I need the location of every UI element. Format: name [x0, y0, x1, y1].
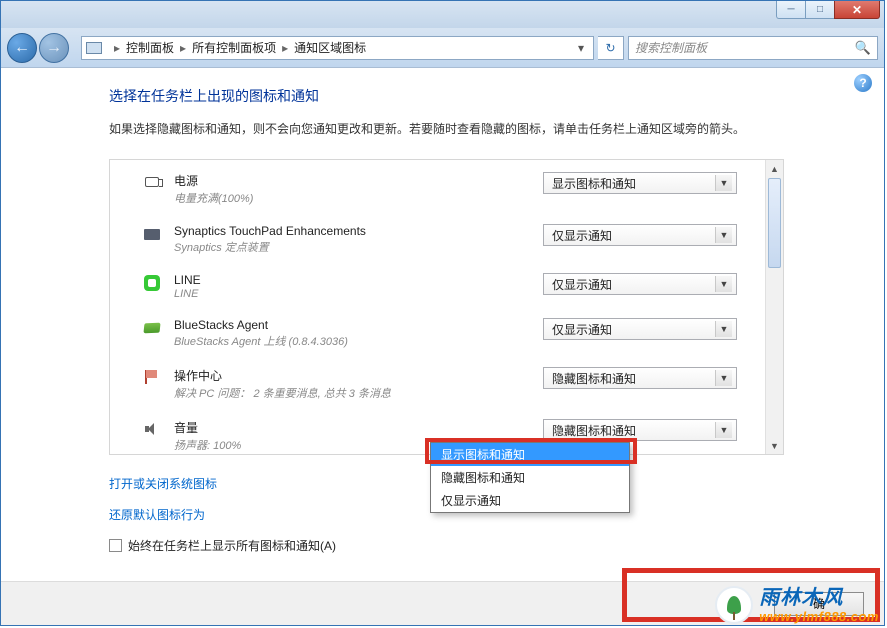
search-icon: 🔍 — [855, 40, 871, 56]
bluestacks-icon — [142, 318, 162, 338]
always-show-all-checkbox-row: 始终在任务栏上显示所有图标和通知(A) — [109, 537, 784, 554]
breadcrumb-item[interactable]: 控制面板 — [126, 39, 174, 56]
list-item: LINE LINE 仅显示通知 ▼ — [110, 267, 765, 312]
ok-button[interactable]: 确 — [774, 592, 864, 616]
back-button[interactable]: ← — [7, 33, 37, 63]
notification-icons-list: 电源 电量充满(100%) 显示图标和通知 ▼ Synaptics TouchP… — [109, 159, 784, 455]
address-toolbar: ← → ▸ 控制面板 ▸ 所有控制面板项 ▸ 通知区域图标 ▾ ↻ 搜索控制面板… — [1, 28, 884, 68]
always-show-all-checkbox[interactable] — [109, 539, 122, 552]
chevron-down-icon: ▼ — [715, 276, 732, 292]
chevron-down-icon: ▼ — [715, 422, 732, 438]
vertical-scrollbar[interactable]: ▲ ▼ — [765, 160, 783, 454]
breadcrumb-item[interactable]: 通知区域图标 — [294, 39, 366, 56]
chevron-down-icon: ▼ — [715, 227, 732, 243]
checkbox-label: 始终在任务栏上显示所有图标和通知(A) — [128, 537, 336, 554]
caption-bar: ─ □ ✕ — [1, 1, 884, 28]
line-icon — [142, 273, 162, 293]
behavior-select[interactable]: 仅显示通知 ▼ — [543, 273, 737, 295]
search-input[interactable]: 搜索控制面板 🔍 — [628, 36, 878, 60]
help-icon[interactable]: ? — [854, 74, 872, 92]
option-show-icon-and-notifications[interactable]: 显示图标和通知 — [431, 443, 629, 466]
behavior-select-dropdown: 显示图标和通知 隐藏图标和通知 仅显示通知 — [430, 442, 630, 513]
dialog-footer: 确 — [1, 581, 884, 625]
scroll-thumb[interactable] — [768, 178, 781, 268]
breadcrumb[interactable]: ▸ 控制面板 ▸ 所有控制面板项 ▸ 通知区域图标 ▾ — [81, 36, 594, 60]
option-hide-icon-and-notifications[interactable]: 隐藏图标和通知 — [431, 466, 629, 489]
chevron-down-icon: ▼ — [715, 175, 732, 191]
minimize-button[interactable]: ─ — [776, 1, 806, 19]
action-center-icon — [142, 367, 162, 387]
list-item: Synaptics TouchPad Enhancements Synaptic… — [110, 218, 765, 267]
scroll-down-icon[interactable]: ▼ — [766, 437, 783, 454]
maximize-button[interactable]: □ — [805, 1, 835, 19]
option-only-show-notifications[interactable]: 仅显示通知 — [431, 489, 629, 512]
list-item: 操作中心 解决 PC 问题： 2 条重要消息, 总共 3 条消息 隐藏图标和通知… — [110, 361, 765, 413]
list-item: 电源 电量充满(100%) 显示图标和通知 ▼ — [110, 166, 765, 218]
forward-button[interactable]: → — [39, 33, 69, 63]
list-item: BlueStacks Agent BlueStacks Agent 上线 (0.… — [110, 312, 765, 361]
scroll-up-icon[interactable]: ▲ — [766, 160, 783, 177]
behavior-select[interactable]: 仅显示通知 ▼ — [543, 318, 737, 340]
breadcrumb-item[interactable]: 所有控制面板项 — [192, 39, 276, 56]
behavior-select[interactable]: 显示图标和通知 ▼ — [543, 172, 737, 194]
behavior-select[interactable]: 仅显示通知 ▼ — [543, 224, 737, 246]
power-icon — [142, 172, 162, 192]
page-title: 选择在任务栏上出现的图标和通知 — [109, 86, 784, 106]
page-description: 如果选择隐藏图标和通知，则不会向您通知更改和更新。若要随时查看隐藏的图标，请单击… — [109, 120, 784, 139]
touchpad-icon — [142, 224, 162, 244]
volume-icon — [142, 419, 162, 439]
close-button[interactable]: ✕ — [834, 1, 880, 19]
explorer-window: ─ □ ✕ ← → ▸ 控制面板 ▸ 所有控制面板项 ▸ 通知区域图标 ▾ ↻ … — [0, 0, 885, 626]
computer-icon — [86, 42, 102, 54]
breadcrumb-dropdown-icon[interactable]: ▾ — [573, 41, 589, 55]
behavior-select[interactable]: 隐藏图标和通知 ▼ — [543, 419, 737, 441]
behavior-select[interactable]: 隐藏图标和通知 ▼ — [543, 367, 737, 389]
refresh-button[interactable]: ↻ — [598, 36, 624, 60]
chevron-down-icon: ▼ — [715, 370, 732, 386]
chevron-down-icon: ▼ — [715, 321, 732, 337]
page-body: ? 选择在任务栏上出现的图标和通知 如果选择隐藏图标和通知，则不会向您通知更改和… — [1, 68, 884, 625]
